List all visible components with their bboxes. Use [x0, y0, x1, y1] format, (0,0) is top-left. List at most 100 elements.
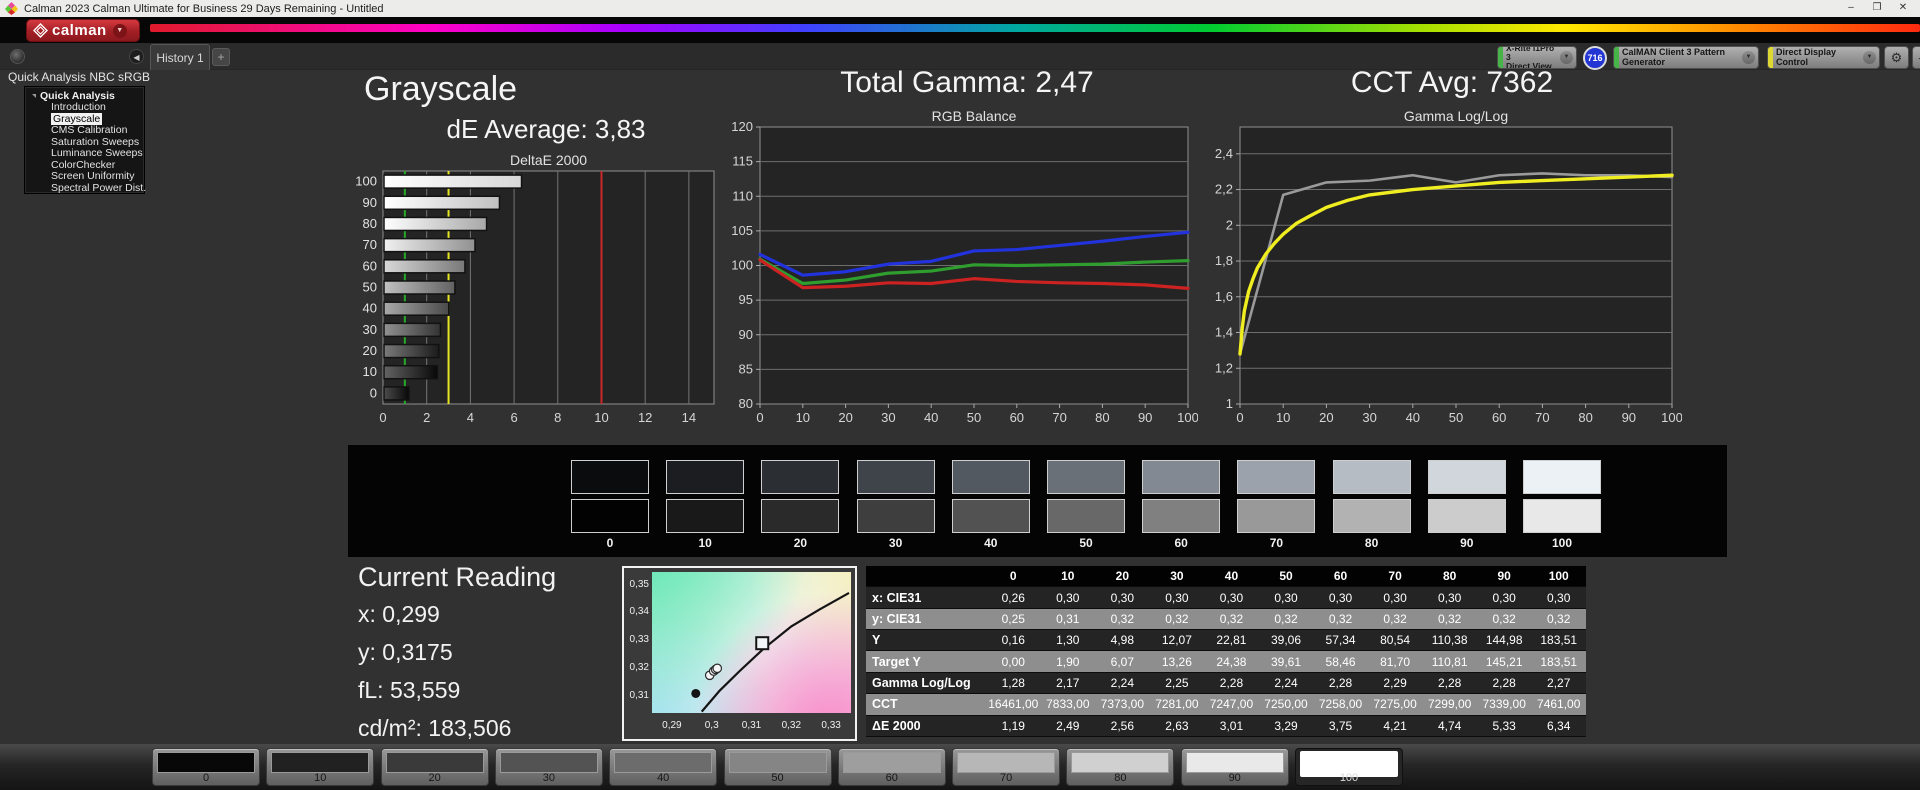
add-tab-button[interactable]: +	[212, 48, 230, 66]
table-cell: 4,98	[1095, 630, 1150, 651]
sidebar-collapse-button[interactable]: ◀	[129, 49, 144, 64]
close-button[interactable]: ✕	[1890, 0, 1916, 17]
brand-dropdown-icon[interactable]: ▼	[113, 24, 127, 38]
level-swatch	[843, 752, 941, 773]
table-header-cell: 20	[1095, 566, 1150, 587]
level-button-60[interactable]: 60	[838, 748, 946, 786]
table-header-cell: 80	[1422, 566, 1477, 587]
svg-text:10: 10	[1276, 410, 1290, 425]
table-header-cell: 100	[1531, 566, 1586, 587]
svg-text:1,2: 1,2	[1215, 360, 1233, 375]
cie-y-tick: 0,32	[625, 662, 649, 673]
chevron-down-icon[interactable]: ▼	[1863, 51, 1876, 64]
level-button-50[interactable]: 50	[724, 748, 832, 786]
actual-swatch-10	[666, 460, 744, 494]
svg-text:0: 0	[756, 410, 763, 425]
svg-text:100: 100	[731, 258, 753, 273]
svg-text:40: 40	[924, 410, 938, 425]
deltae-2000-chart: DeltaE 200002468101214100908070605040302…	[340, 152, 730, 430]
gamma-loglog-chart: Gamma Log/Log11,21,41,61,822,22,40102030…	[1200, 108, 1682, 430]
level-label: 0	[153, 772, 259, 784]
svg-text:90: 90	[1138, 410, 1152, 425]
cie-y-tick: 0,31	[625, 690, 649, 701]
svg-text:1: 1	[1226, 396, 1233, 411]
table-cell: 2,56	[1095, 716, 1150, 737]
current-reading-panel: Current Reading x: 0,299 y: 0,3175 fL: 5…	[358, 562, 556, 753]
chevron-down-icon[interactable]: ▼	[1742, 51, 1755, 64]
table-cell: 7299,00	[1422, 694, 1477, 715]
record-indicator-button[interactable]	[10, 49, 25, 64]
toolbar-edge-button[interactable]: ◀	[1912, 46, 1920, 69]
table-cell: 0,32	[1259, 609, 1314, 630]
level-button-30[interactable]: 30	[495, 748, 603, 786]
level-button-40[interactable]: 40	[609, 748, 717, 786]
chevron-down-icon[interactable]: ▼	[1560, 51, 1573, 64]
level-button-80[interactable]: 80	[1066, 748, 1174, 786]
table-cell: 39,06	[1259, 630, 1314, 651]
minimize-button[interactable]: –	[1838, 0, 1864, 17]
sidebar-item-introduction[interactable]: Introduction	[25, 102, 144, 114]
table-cell: 2,25	[1150, 673, 1205, 694]
reading-x-value: x: 0,299	[358, 601, 556, 628]
svg-text:1,4: 1,4	[1215, 325, 1233, 340]
table-cell: 22,81	[1204, 630, 1259, 651]
table-cell: 0,30	[1204, 587, 1259, 608]
level-button-90[interactable]: 90	[1181, 748, 1289, 786]
cie-y-tick: 0,33	[625, 634, 649, 645]
strip-level-label: 30	[857, 536, 935, 550]
logo-row: calman ▼	[0, 17, 1920, 43]
tree-expand-icon[interactable]	[32, 94, 36, 98]
table-cell: 183,51	[1531, 651, 1586, 672]
settings-gear-icon[interactable]: ⚙	[1884, 46, 1909, 69]
strip-level-label: 80	[1333, 536, 1411, 550]
sidebar-item-spectral-power-dist-[interactable]: Spectral Power Dist.	[25, 183, 144, 195]
svg-text:70: 70	[363, 237, 377, 252]
tab-history-1[interactable]: History 1	[150, 44, 210, 70]
current-reading-title: Current Reading	[358, 562, 556, 593]
cie-x-tick: 0,29	[657, 720, 687, 731]
level-label: 70	[953, 772, 1059, 784]
table-cell: 80,54	[1368, 630, 1423, 651]
table-cell: 0,32	[1204, 609, 1259, 630]
cct-average-value: CCT Avg: 7362	[1252, 66, 1652, 100]
table-cell: 110,38	[1422, 630, 1477, 651]
level-button-20[interactable]: 20	[381, 748, 489, 786]
cie-x-tick: 0,3	[697, 720, 727, 731]
level-button-100[interactable]: 100	[1295, 748, 1403, 786]
table-cell: 7373,00	[1095, 694, 1150, 715]
cie-x-tick: 0,33	[816, 720, 846, 731]
level-label: 20	[382, 772, 488, 784]
table-cell: 4,21	[1368, 716, 1423, 737]
svg-text:40: 40	[363, 301, 377, 316]
page-title: Grayscale	[364, 70, 517, 109]
rainbow-gradient-strip	[150, 24, 1920, 32]
svg-text:10: 10	[796, 410, 810, 425]
svg-text:0: 0	[370, 385, 377, 400]
level-button-10[interactable]: 10	[266, 748, 374, 786]
calman-menu-button[interactable]: calman ▼	[26, 19, 140, 42]
reading-y-value: y: 0,3175	[358, 639, 556, 666]
svg-text:105: 105	[731, 223, 753, 238]
table-cell: 0,32	[1368, 609, 1423, 630]
app-window: Calman 2023 Calman Ultimate for Business…	[0, 0, 1920, 790]
table-cell: 2,17	[1041, 673, 1096, 694]
reading-cdm2-value: cd/m²: 183,506	[358, 715, 556, 742]
level-button-70[interactable]: 70	[952, 748, 1060, 786]
level-swatch	[271, 752, 369, 773]
target-swatch-30	[857, 499, 935, 533]
level-swatch	[957, 752, 1055, 773]
maximize-button[interactable]: ❐	[1864, 0, 1890, 17]
table-header-cell: 40	[1204, 566, 1259, 587]
table-cell: 2,28	[1477, 673, 1532, 694]
total-gamma-value: Total Gamma: 2,47	[767, 66, 1167, 100]
table-cell: 2,24	[1095, 673, 1150, 694]
table-cell: 0,30	[1095, 587, 1150, 608]
svg-text:2: 2	[1226, 217, 1233, 232]
level-label: 10	[267, 772, 373, 784]
display-control-button[interactable]: Direct Display Control ▼	[1767, 46, 1880, 69]
svg-text:90: 90	[1622, 410, 1636, 425]
svg-text:20: 20	[838, 410, 852, 425]
table-cell: 0,30	[1041, 587, 1096, 608]
level-button-0[interactable]: 0	[152, 748, 260, 786]
table-cell: 0,30	[1477, 587, 1532, 608]
